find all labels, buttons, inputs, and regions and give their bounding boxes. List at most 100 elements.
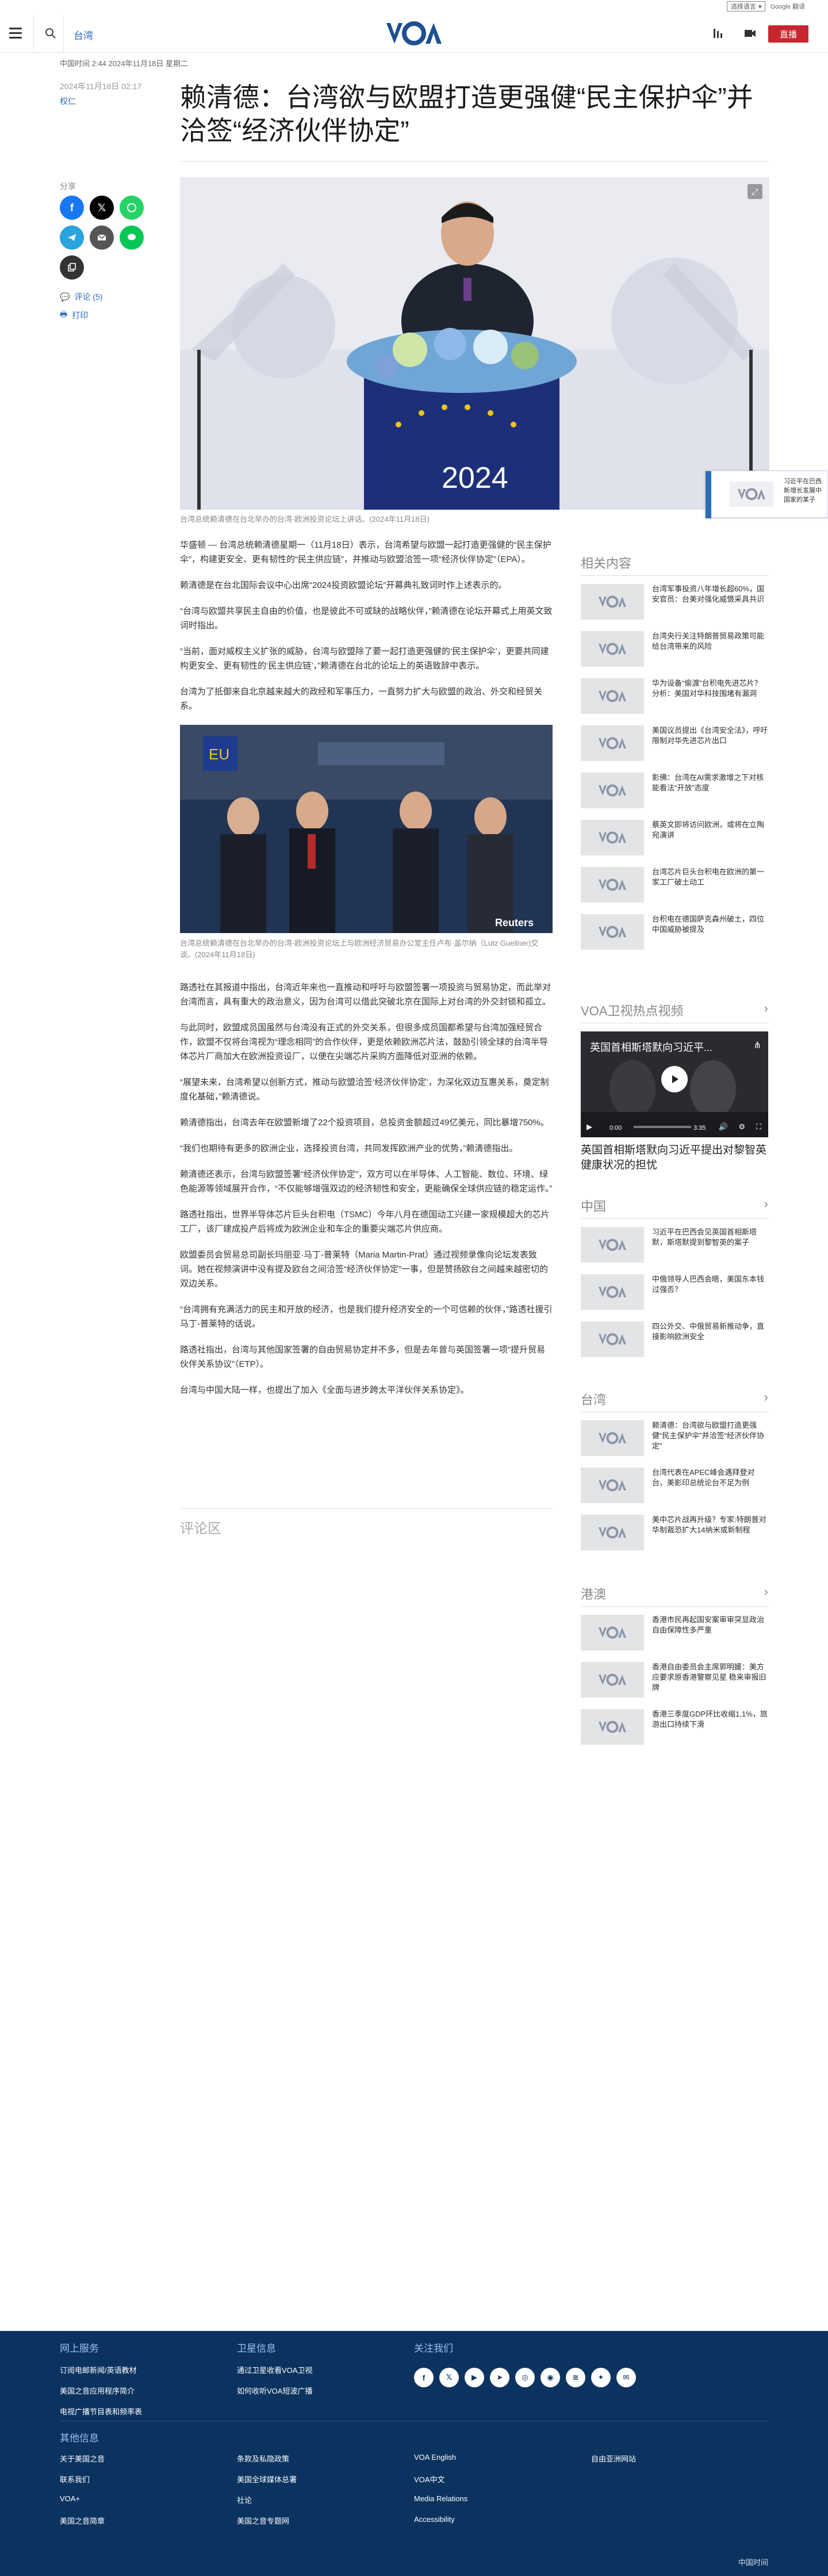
rail-item[interactable]: 香港自由委员会主席郭明媛：美方应要求原香港警察见星 稳来审报旧牌 <box>581 1662 768 1698</box>
voa-logo <box>581 1615 644 1650</box>
rail-item[interactable]: 习近平在巴西会见英国首相斯塔默，斯塔默提到黎智英的案子 <box>581 1227 768 1263</box>
china-section: 中国 › 习近平在巴西会见英国首相斯塔默，斯塔默提到黎智英的案子中俄领导人巴西会晤… <box>581 1197 768 1369</box>
rail-item[interactable]: 香港三季度GDP环比收缩1.1%，旅游出口持续下滑 <box>581 1709 768 1745</box>
rail-item[interactable]: 台湾代表在APEC峰会遇拜登对台，美影印总统论台不足为例 <box>581 1467 768 1503</box>
article-paragraph: “我们也期待有更多的欧洲企业，选择投资台湾，共同发挥欧洲产业的优势，”赖清德指出… <box>180 1144 518 1153</box>
footer-link[interactable]: 电视广播节目表和频率表 <box>60 2406 142 2417</box>
rail-item[interactable]: 美中芯片战再升级？专家:特朗普对华制裁恐扩大14纳米或新制程 <box>581 1515 768 1550</box>
rail-item[interactable]: 台湾央行关注特朗普贸易政策可能给台湾带来的风险 <box>581 631 768 667</box>
comments-link[interactable]: 💬 评论 (5) <box>60 291 102 303</box>
play-icon[interactable] <box>661 1066 688 1092</box>
footer-online-heading: 网上服务 <box>60 2343 99 2354</box>
rail-item-title: 美中芯片战再升级？专家:特朗普对华制裁恐扩大14纳米或新制程 <box>652 1515 766 1534</box>
footer-link[interactable]: 条款及私隐政策 <box>237 2453 289 2464</box>
footer-link[interactable]: 通过卫星收看VOA卫视 <box>237 2364 312 2375</box>
chevron-right-icon: › <box>764 1390 768 1404</box>
footer-link[interactable]: 关于美国之音 <box>60 2453 105 2464</box>
footer-link[interactable]: Media Relations <box>414 2494 467 2503</box>
footer-link[interactable]: 订阅电邮新闻/英语教材 <box>60 2364 137 2375</box>
video-title[interactable]: 英国首相斯塔默向习近平提出对黎智英健康状况的担忧 <box>581 1143 768 1173</box>
audio-icon[interactable] <box>711 26 724 40</box>
rail-item[interactable]: 美国议员提出《台湾安全法》，呼吁限制对华先进芯片出口 <box>581 725 768 761</box>
facebook-icon[interactable]: f <box>414 2368 434 2387</box>
whatsapp-icon[interactable] <box>120 196 144 220</box>
footer-link[interactable]: Accessibility <box>414 2515 455 2524</box>
footer-link[interactable]: VOA中文 <box>414 2474 444 2485</box>
rail-item[interactable]: 台湾芯片巨头台积电在欧洲的第一家工厂破土动工 <box>581 867 768 903</box>
footer-link[interactable]: 社论 <box>237 2494 252 2505</box>
footer-link[interactable]: 联系我们 <box>60 2474 90 2485</box>
email-icon[interactable] <box>90 226 114 250</box>
print-link[interactable]: 🖶 打印 <box>60 308 88 322</box>
fullscreen-icon[interactable]: ⛶ <box>756 1122 761 1132</box>
rss-icon[interactable]: ≋ <box>566 2368 585 2387</box>
hk-heading[interactable]: 港澳 › <box>581 1584 768 1607</box>
copy-link-icon[interactable] <box>60 255 84 280</box>
share-icon[interactable]: ⋔ <box>754 1039 761 1051</box>
footer-link[interactable]: 美国之音应用程序简介 <box>60 2385 135 2396</box>
footer-link[interactable]: 美国全球媒体总署 <box>237 2474 297 2485</box>
article-title: 赖清德：台湾欲与欧盟打造更强健“民主保护伞”并洽签“经济伙伴协定” <box>180 82 753 146</box>
footer-timezone: 中国时间 <box>738 2558 768 2567</box>
paragraph-group-a: 华盛顿 — 台湾总统赖清德星期一（11月18日）表示，台湾希望与欧盟一起打造更强… <box>180 538 553 713</box>
email-icon[interactable]: ✉ <box>616 2368 636 2387</box>
video-icon[interactable] <box>743 26 757 40</box>
taiwan-heading[interactable]: 台湾 › <box>581 1390 768 1412</box>
voa-logo[interactable] <box>385 21 443 46</box>
x-twitter-icon[interactable]: 𝕏 <box>439 2368 459 2387</box>
instagram-icon[interactable]: ◎ <box>515 2368 535 2387</box>
china-heading[interactable]: 中国 › <box>581 1197 768 1219</box>
live-button[interactable]: 直播 <box>768 25 808 43</box>
podcast-icon[interactable]: ◉ <box>540 2368 560 2387</box>
facebook-icon[interactable]: f <box>60 196 84 220</box>
rail-item-title: 影佛：台湾在AI需求激增之下对核能看法“开放”态度 <box>652 773 764 792</box>
header-divider <box>33 15 34 53</box>
rail-item[interactable]: 影佛：台湾在AI需求激增之下对核能看法“开放”态度 <box>581 773 768 808</box>
comments-heading: 评论区 <box>180 1508 553 1537</box>
article-paragraph: 华盛顿 — 台湾总统赖清德星期一（11月18日）表示，台湾希望与欧盟一起打造更强… <box>180 540 551 564</box>
play-control-icon[interactable]: ▶ <box>586 1122 592 1132</box>
author-link[interactable]: 权仁 <box>60 95 76 107</box>
video-heading[interactable]: VOA卫视热点视频 › <box>581 1001 768 1023</box>
article-paragraph: “当前，面对威权主义扩张的威胁，台湾与欧盟除了要一起打造更强健的‘民主保护伞’，… <box>180 647 549 671</box>
floating-news-widget[interactable]: 习近平在巴西新增长发展中国家的某子 <box>705 471 828 518</box>
rail-item[interactable]: 赖清德：台湾欲与欧盟打造更强健“民主保护伞”并洽签“经济伙伴协定” <box>581 1420 768 1456</box>
inline-photo[interactable]: EU Reuters <box>180 725 553 933</box>
hero-caption: 台湾总统赖清德在台北举办的台湾-欧洲投资论坛上讲话。(2024年11月18日) <box>180 515 430 523</box>
youtube-icon[interactable]: ▶ <box>465 2368 484 2387</box>
video-player[interactable]: 英国首相斯塔默向习近平... ⋔ ▶ 0:00 3:35 🔊 ⚙ ⛶ <box>581 1031 768 1137</box>
hero-image[interactable]: 2024 ⤢ <box>180 177 769 510</box>
section-link[interactable]: 台湾 <box>74 28 93 42</box>
rail-item[interactable]: 台积电在德国萨克森州破土，四位中国威胁被提及 <box>581 914 768 950</box>
comments-link-label: 评论 (5) <box>74 292 103 301</box>
footer-link[interactable]: 美国之音专题网 <box>237 2515 289 2526</box>
rail-item[interactable]: 四公外交、中俄贸易新推动争，直接影响欧洲安全 <box>581 1321 768 1357</box>
volume-icon[interactable]: 🔊 <box>719 1122 728 1132</box>
podcast-alt-icon[interactable]: ✦ <box>591 2368 611 2387</box>
related-list: 台湾军事投资八年增长超60%，国安官员：台美对强化威慑采具共识 台湾央行关注特朗普… <box>581 584 768 950</box>
rail-item-title: 中俄领导人巴西会晤，美国东本钱过强否？ <box>652 1275 765 1294</box>
widget-accent-bar <box>706 471 711 518</box>
search-icon[interactable] <box>44 26 57 40</box>
settings-icon[interactable]: ⚙ <box>738 1122 745 1132</box>
footer-link[interactable]: 自由亚洲网站 <box>591 2453 636 2464</box>
rail-item[interactable]: 中俄领导人巴西会晤，美国东本钱过强否？ <box>581 1274 768 1310</box>
menu-icon[interactable] <box>9 28 22 39</box>
rail-item[interactable]: 华为设备“偷渡”台积电先进芯片？分析：美国对华科技围堵有漏洞 <box>581 678 768 714</box>
header-divider <box>63 15 64 53</box>
progress-bar[interactable] <box>634 1126 691 1128</box>
taiwan-list: 赖清德：台湾欲与欧盟打造更强健“民主保护伞”并洽签“经济伙伴协定” 台湾代表在AP… <box>581 1420 768 1550</box>
footer-link[interactable]: VOA English <box>414 2453 456 2462</box>
line-icon[interactable] <box>120 226 144 250</box>
rail-item[interactable]: 蔡英文即将访问欧洲，或将在立陶宛演讲 <box>581 820 768 855</box>
rail-item[interactable]: 香港市民再起国安案审审突显政治自由保障性多严重 <box>581 1615 768 1650</box>
footer-link[interactable]: 美国之音简章 <box>60 2515 105 2526</box>
footer-link[interactable]: 如何收听VOA短波广播 <box>237 2385 312 2396</box>
expand-icon[interactable]: ⤢ <box>747 184 762 199</box>
rail-item[interactable]: 台湾军事投资八年增长超60%，国安官员：台美对强化威慑采具共识 <box>581 584 768 620</box>
telegram-icon[interactable]: ➤ <box>490 2368 509 2387</box>
footer-link[interactable]: VOA+ <box>60 2494 80 2503</box>
x-twitter-icon[interactable]: 𝕏 <box>90 196 114 220</box>
language-select[interactable]: 选择语言 ▾ <box>726 1 766 12</box>
telegram-icon[interactable] <box>60 226 84 250</box>
